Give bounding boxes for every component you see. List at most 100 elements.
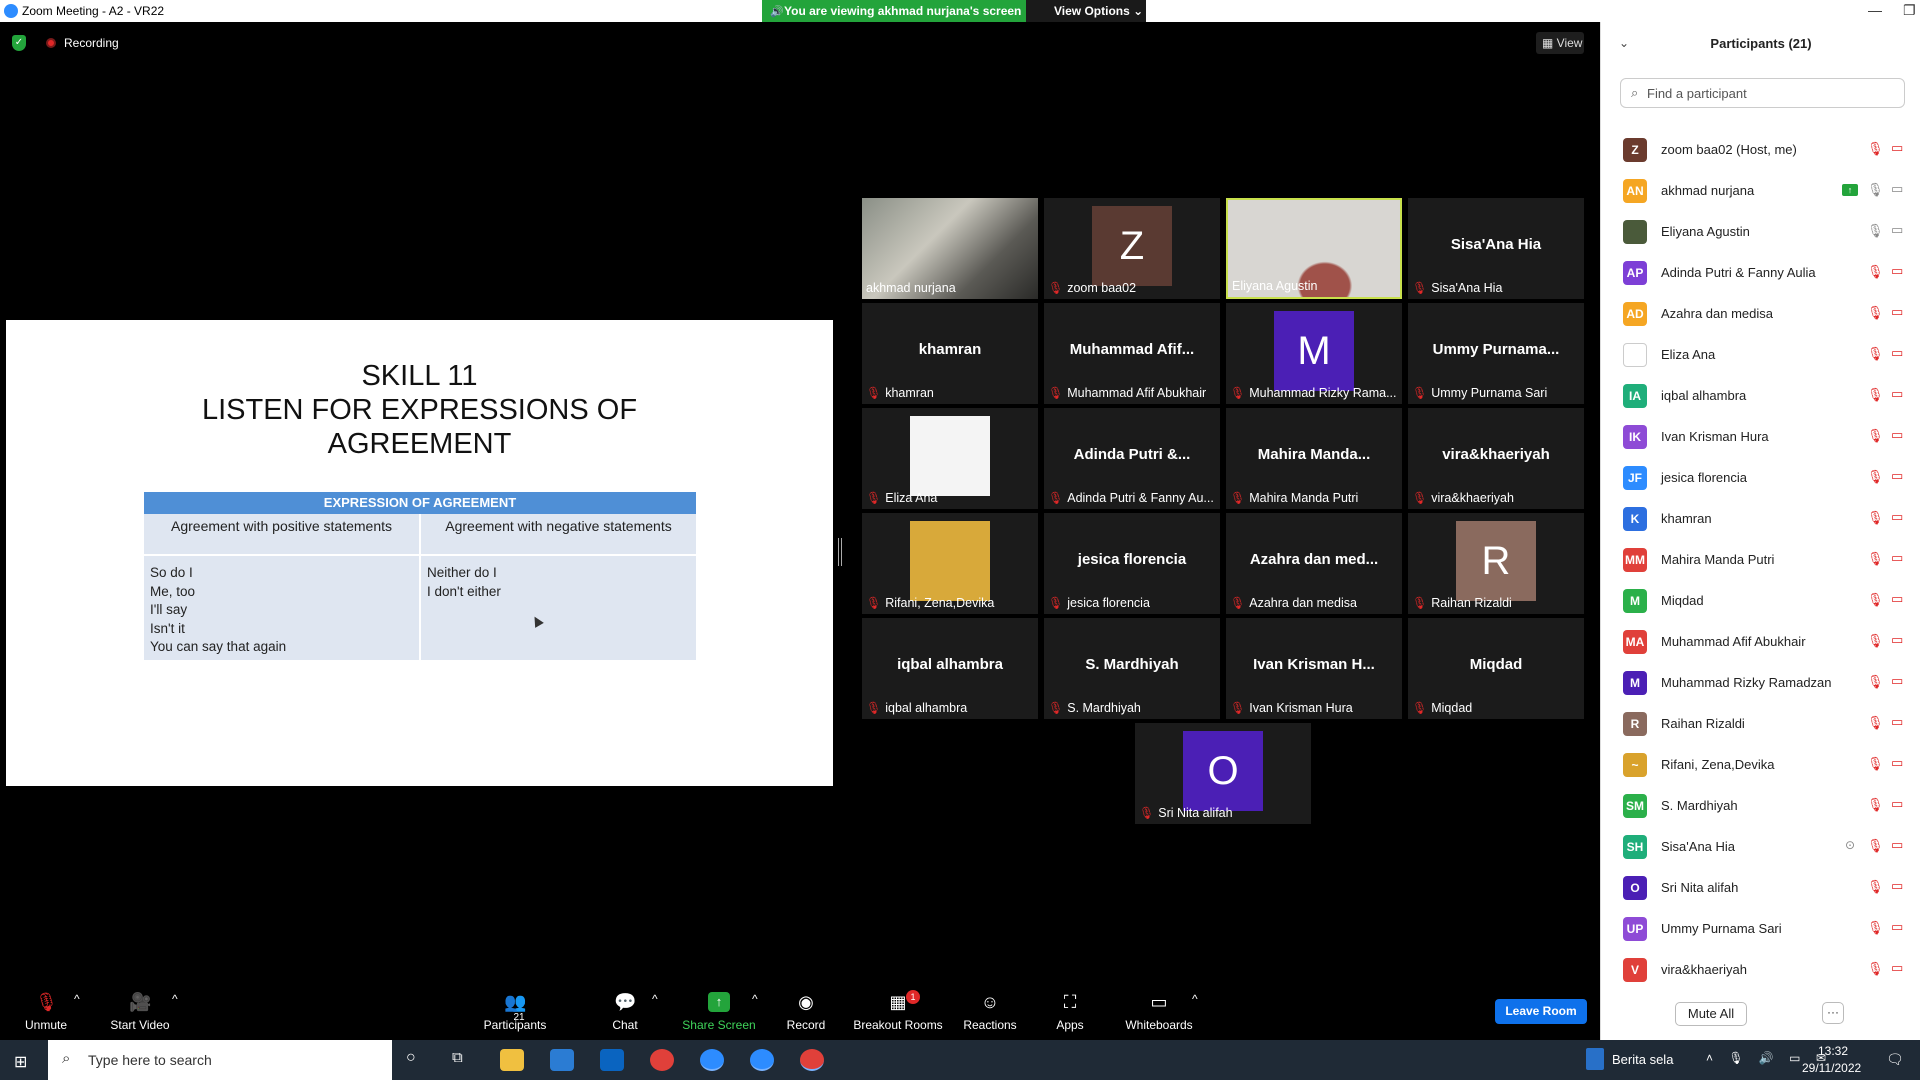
camera-off-icon[interactable]: ▭ bbox=[1891, 550, 1903, 566]
video-tile[interactable]: Azahra dan med... 🎙 Azahra dan medisa bbox=[1226, 513, 1402, 614]
video-tile[interactable]: 🎙 Eliza Ana bbox=[862, 408, 1038, 509]
video-tile[interactable]: jesica florencia 🎙 jesica florencia bbox=[1044, 513, 1220, 614]
microphone-muted-icon[interactable]: 🎙 bbox=[1867, 920, 1884, 936]
participant-row[interactable]: MA Muhammad Afif Abukhair 🎙 ▭ bbox=[1601, 622, 1920, 663]
view-options-button[interactable]: View Options ⌄ bbox=[1026, 0, 1146, 22]
microphone-muted-icon[interactable]: 🎙 bbox=[1867, 510, 1884, 526]
video-tile[interactable]: Miqdad 🎙 Miqdad bbox=[1408, 618, 1584, 719]
microphone-muted-icon[interactable]: 🎙 bbox=[1867, 797, 1884, 813]
cortana-icon[interactable]: ○ bbox=[406, 1049, 430, 1071]
microphone-muted-icon[interactable]: 🎙 bbox=[1867, 346, 1884, 362]
camera-off-icon[interactable]: ▭ bbox=[1891, 796, 1903, 812]
share-screen-button[interactable]: ↑ Share Screen bbox=[682, 992, 756, 1032]
microphone-muted-icon[interactable]: 🎙 bbox=[1867, 674, 1884, 690]
reactions-button[interactable]: ☺ Reactions bbox=[962, 992, 1018, 1032]
camera-off-icon[interactable]: ▭ bbox=[1891, 304, 1903, 320]
video-tile[interactable]: Mahira Manda... 🎙 Mahira Manda Putri bbox=[1226, 408, 1402, 509]
video-tile[interactable]: Z 🎙 zoom baa02 bbox=[1044, 198, 1220, 299]
maximize-button[interactable]: ❐ bbox=[1903, 2, 1916, 19]
video-tile[interactable]: R 🎙 Raihan Rizaldi bbox=[1408, 513, 1584, 614]
view-button[interactable]: ▦ View bbox=[1536, 32, 1584, 54]
camera-off-icon[interactable]: ▭ bbox=[1891, 427, 1903, 443]
microphone-muted-icon[interactable]: 🎙 bbox=[1867, 756, 1884, 772]
chat-button[interactable]: 💬 Chat bbox=[605, 992, 645, 1032]
zoom-taskbar-icon[interactable] bbox=[750, 1049, 774, 1071]
share-options-chevron-icon[interactable]: ^ bbox=[752, 992, 758, 1006]
camera-off-icon[interactable]: ▭ bbox=[1891, 345, 1903, 361]
video-tile[interactable]: vira&khaeriyah 🎙 vira&khaeriyah bbox=[1408, 408, 1584, 509]
participant-row[interactable]: AP Adinda Putri & Fanny Aulia 🎙 ▭ bbox=[1601, 253, 1920, 294]
audio-options-chevron-icon[interactable]: ^ bbox=[74, 992, 80, 1006]
video-tile[interactable]: Ivan Krisman H... 🎙 Ivan Krisman Hura bbox=[1226, 618, 1402, 719]
video-tile[interactable]: 🎙 Rifani, Zena,Devika bbox=[862, 513, 1038, 614]
unmute-button[interactable]: 🎙 Unmute bbox=[20, 992, 72, 1032]
participant-row[interactable]: M Muhammad Rizky Ramadzan 🎙 ▭ bbox=[1601, 663, 1920, 704]
participants-button[interactable]: 👥21 Participants bbox=[480, 992, 550, 1032]
camera-off-icon[interactable]: ▭ bbox=[1891, 263, 1903, 279]
participant-row[interactable]: AD Azahra dan medisa 🎙 ▭ bbox=[1601, 294, 1920, 335]
video-tile[interactable]: M 🎙 Muhammad Rizky Rama... bbox=[1226, 303, 1402, 404]
file-explorer-icon[interactable] bbox=[500, 1049, 524, 1071]
microphone-muted-icon[interactable]: 🎙 bbox=[1867, 428, 1884, 444]
notifications-icon[interactable]: 🗨 bbox=[1886, 1051, 1904, 1068]
record-button[interactable]: ◉ Record bbox=[785, 992, 827, 1032]
taskbar-search-input[interactable]: ⌕ Type here to search bbox=[48, 1040, 392, 1080]
chat-options-chevron-icon[interactable]: ^ bbox=[652, 992, 658, 1006]
microphone-muted-icon[interactable]: 🎙 bbox=[1867, 961, 1884, 977]
start-video-button[interactable]: 🎥 Start Video bbox=[104, 992, 176, 1032]
microphone-muted-icon[interactable]: 🎙 bbox=[1867, 633, 1884, 649]
more-options-button[interactable]: ··· bbox=[1822, 1002, 1844, 1024]
video-tile[interactable]: Adinda Putri &... 🎙 Adinda Putri & Fanny A… bbox=[1044, 408, 1220, 509]
participant-row[interactable]: JF jesica florencia 🎙 ▭ bbox=[1601, 458, 1920, 499]
camera-off-icon[interactable]: ▭ bbox=[1891, 837, 1903, 853]
split-divider-handle[interactable] bbox=[838, 538, 842, 566]
camera-off-icon[interactable]: ▭ bbox=[1891, 673, 1903, 689]
camera-off-icon[interactable]: ▭ bbox=[1891, 755, 1903, 771]
camera-off-icon[interactable]: ▭ bbox=[1891, 960, 1903, 976]
participant-row[interactable]: MM Mahira Manda Putri 🎙 ▭ bbox=[1601, 540, 1920, 581]
video-tile[interactable]: akhmad nurjana bbox=[862, 198, 1038, 299]
participant-row[interactable]: Eliyana Agustin 🎙 ▭ bbox=[1601, 212, 1920, 253]
microphone-muted-icon[interactable]: 🎙 bbox=[1867, 879, 1884, 895]
windows-start-icon[interactable]: ⊞ bbox=[14, 1052, 27, 1072]
security-shield-icon[interactable]: ✓ bbox=[12, 35, 26, 51]
whiteboard-options-chevron-icon[interactable]: ^ bbox=[1192, 992, 1198, 1006]
microphone-muted-icon[interactable]: 🎙 bbox=[1867, 141, 1884, 157]
news-widget-icon[interactable] bbox=[1586, 1048, 1604, 1070]
participant-search-input[interactable]: ⌕ Find a participant bbox=[1620, 78, 1905, 108]
microphone-muted-icon[interactable]: 🎙 bbox=[1867, 838, 1884, 854]
microphone-muted-icon[interactable]: 🎙 bbox=[1867, 592, 1884, 608]
apps-button[interactable]: ⛶ Apps bbox=[1054, 992, 1086, 1032]
participant-row[interactable]: Eliza Ana 🎙 ▭ bbox=[1601, 335, 1920, 376]
camera-off-icon[interactable]: ▭ bbox=[1891, 386, 1903, 402]
breakout-rooms-button[interactable]: ▦ 1 Breakout Rooms bbox=[852, 990, 944, 1032]
chrome-profile-icon[interactable] bbox=[800, 1049, 824, 1071]
leave-room-button[interactable]: Leave Room bbox=[1495, 999, 1587, 1024]
camera-off-icon[interactable]: ▭ bbox=[1891, 591, 1903, 607]
minimize-button[interactable]: — bbox=[1868, 2, 1882, 18]
camera-off-icon[interactable]: ▭ bbox=[1891, 919, 1903, 935]
clock-date[interactable]: 29/11/2022 bbox=[1802, 1061, 1861, 1075]
task-view-icon[interactable]: ⧉ bbox=[452, 1049, 476, 1071]
camera-off-icon[interactable]: ▭ bbox=[1891, 468, 1903, 484]
chrome-icon[interactable] bbox=[650, 1049, 674, 1071]
participant-row[interactable]: Vvira&khaeriyah 🎙 ▭ bbox=[1601, 950, 1920, 991]
camera-off-icon[interactable]: ▭ bbox=[1891, 714, 1903, 730]
participant-row[interactable]: SH Sisa'Ana Hia ⊙ 🎙 ▭ bbox=[1601, 827, 1920, 868]
microphone-muted-icon[interactable]: 🎙 bbox=[1867, 469, 1884, 485]
microphone-muted-icon[interactable]: 🎙 bbox=[1867, 387, 1884, 403]
teamviewer-icon[interactable] bbox=[700, 1049, 724, 1071]
video-tile[interactable]: khamran 🎙 khamran bbox=[862, 303, 1038, 404]
participant-row[interactable]: IK Ivan Krisman Hura 🎙 ▭ bbox=[1601, 417, 1920, 458]
participant-row[interactable]: IA iqbal alhambra 🎙 ▭ bbox=[1601, 376, 1920, 417]
mail-icon[interactable] bbox=[600, 1049, 624, 1071]
news-widget-label[interactable]: Berita sela bbox=[1612, 1052, 1673, 1067]
microphone-muted-icon[interactable]: 🎙 bbox=[1867, 305, 1884, 321]
microphone-muted-icon[interactable]: 🎙 bbox=[1867, 264, 1884, 280]
microphone-muted-icon[interactable]: 🎙 bbox=[1867, 715, 1884, 731]
participant-row[interactable]: ~ Rifani, Zena,Devika 🎙 ▭ bbox=[1601, 745, 1920, 786]
video-tile[interactable]: Eliyana Agustin bbox=[1226, 198, 1402, 299]
microphone-muted-icon[interactable]: 🎙 bbox=[1867, 551, 1884, 567]
participant-row[interactable]: SM S. Mardhiyah 🎙 ▭ bbox=[1601, 786, 1920, 827]
video-tile[interactable]: iqbal alhambra 🎙 iqbal alhambra bbox=[862, 618, 1038, 719]
